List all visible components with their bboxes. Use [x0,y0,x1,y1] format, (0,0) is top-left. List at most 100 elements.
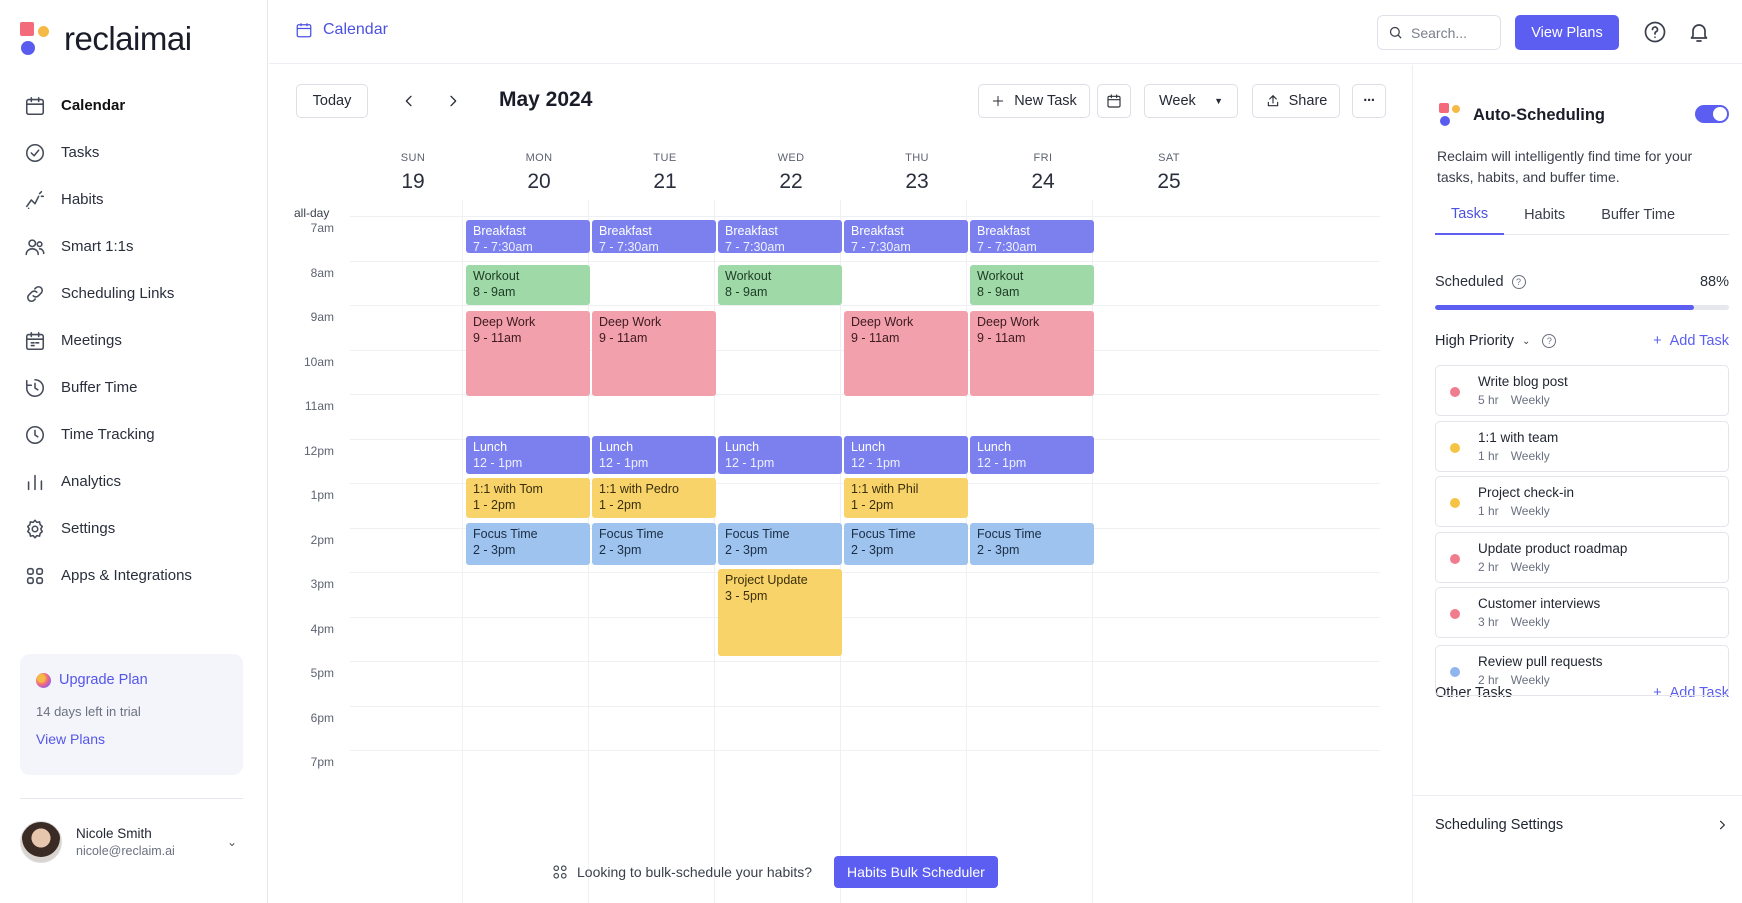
sidebar-item-time-tracking[interactable]: Time Tracking [0,411,268,458]
task-card[interactable]: Write blog post 5 hr Weekly [1435,365,1729,416]
view-select[interactable]: Week ▼ [1144,84,1238,118]
calendar-event[interactable]: Breakfast 7 - 7:30am [844,220,968,254]
task-card[interactable]: Review pull requests 2 hr Weekly [1435,645,1729,696]
auto-scheduling-toggle[interactable] [1695,105,1729,123]
task-card[interactable]: Update product roadmap 2 hr Weekly [1435,531,1729,583]
calendar-event[interactable]: Deep Work 9 - 11am [466,311,590,396]
calendar-event[interactable]: Workout 8 - 9am [970,264,1094,305]
sidebar-item-settings[interactable]: Settings [0,505,268,552]
tab-habits[interactable]: Habits [1504,195,1585,235]
calendar-event[interactable]: Lunch 12 - 1pm [844,435,968,474]
help-icon[interactable]: ? [1511,275,1526,289]
new-task-button[interactable]: New Task [978,84,1090,118]
calendar-event[interactable]: Project Update 3 - 5pm [718,569,842,657]
hour-label: 11am [304,399,334,413]
hour-gridline [350,661,1380,662]
hour-label: 7am [310,221,334,235]
calendar-icon [1107,94,1121,108]
task-card[interactable]: Customer interviews 3 hr Weekly [1435,587,1729,638]
share-button[interactable]: Share [1252,84,1340,118]
more-options-button[interactable]: ··· [1352,84,1386,118]
add-task-button[interactable]: + Add Task [1653,333,1729,349]
sidebar-item-buffer-time[interactable]: Buffer Time [0,364,268,411]
chevron-down-icon[interactable]: ⌄ [1522,336,1530,347]
calendar-event[interactable]: Deep Work 9 - 11am [970,311,1094,396]
sidebar-item-analytics[interactable]: Analytics [0,458,268,505]
event-title: Focus Time [977,526,1042,541]
day-header-tue[interactable]: TUE 21 [595,152,735,194]
calendar-event[interactable]: Deep Work 9 - 11am [592,311,716,396]
event-time: 8 - 9am [473,284,516,299]
sidebar-item-scheduling-links[interactable]: Scheduling Links [0,270,268,317]
calendar-event[interactable]: Lunch 12 - 1pm [718,435,842,474]
event-time: 9 - 11am [599,331,648,346]
calendar-event[interactable]: Focus Time 2 - 3pm [844,522,968,565]
high-priority-label[interactable]: High Priority [1435,333,1514,349]
event-title: Workout [725,268,772,283]
day-header-mon[interactable]: MON 20 [469,152,609,194]
calendar-event[interactable]: 1:1 with Pedro 1 - 2pm [592,478,716,519]
hour-gridline [350,705,1380,707]
next-week-button[interactable] [441,89,465,113]
today-button[interactable]: Today [296,84,368,118]
chevron-right-icon [450,95,457,107]
event-title: 1:1 with Tom [473,482,543,497]
event-title: Breakfast [599,224,652,238]
sidebar-item-calendar[interactable]: Calendar [0,82,268,129]
day-name: MON [525,152,553,164]
breadcrumb[interactable]: Calendar [295,21,388,39]
brand-logo[interactable]: reclaimai [20,20,192,58]
calendar-event[interactable]: Focus Time 2 - 3pm [466,522,590,565]
help-icon[interactable]: ? [1542,334,1557,348]
sidebar-item-smart-1-1s[interactable]: Smart 1:1s [0,223,268,270]
calendar-event[interactable]: Lunch 12 - 1pm [592,435,716,474]
chevron-down-icon[interactable]: ⌄ [227,835,237,849]
calendar-event[interactable]: Focus Time 2 - 3pm [592,522,716,565]
calendar-event[interactable]: 1:1 with Phil 1 - 2pm [844,478,968,519]
auto-scheduling-header: Auto-Scheduling [1439,103,1605,127]
tab-tasks[interactable]: Tasks [1435,195,1505,235]
day-header-wed[interactable]: WED 22 [721,152,861,194]
event-time: 2 - 3pm [599,542,642,557]
day-header-sat[interactable]: SAT 25 [1099,152,1239,194]
calendar-event[interactable]: Breakfast 7 - 7:30am [592,220,716,254]
help-icon[interactable] [1643,20,1667,44]
calendar-event[interactable]: Focus Time 2 - 3pm [718,522,842,565]
day-header-sun[interactable]: SUN 19 [343,152,483,194]
event-title: 1:1 with Pedro [599,482,679,497]
calendar-event[interactable]: Workout 8 - 9am [718,264,842,305]
view-plans-link[interactable]: View Plans [36,731,227,747]
sidebar-item-meetings[interactable]: Meetings [0,317,268,364]
day-header-thu[interactable]: THU 23 [847,152,987,194]
task-card[interactable]: Project check-in 1 hr Weekly [1435,476,1729,527]
sidebar-item-tasks[interactable]: Tasks [0,129,268,176]
search-input[interactable]: Search... [1377,15,1501,50]
bell-icon[interactable] [1687,20,1711,44]
habits-bulk-scheduler-button[interactable]: Habits Bulk Scheduler [834,856,998,888]
date-picker-button[interactable] [1097,84,1131,118]
sidebar-item-apps-integrations[interactable]: Apps & Integrations [0,552,268,599]
calendar-event[interactable]: Lunch 12 - 1pm [970,435,1094,474]
tab-buffer-time[interactable]: Buffer Time [1585,195,1691,235]
calendar-event[interactable]: Focus Time 2 - 3pm [970,522,1094,565]
calendar-event[interactable]: Breakfast 7 - 7:30am [970,220,1094,254]
task-card[interactable]: 1:1 with team 1 hr Weekly [1435,420,1729,472]
day-header-fri[interactable]: FRI 24 [973,152,1113,194]
scheduling-settings-row[interactable]: Scheduling Settings [1435,817,1729,833]
calendar-event[interactable]: Deep Work 9 - 11am [844,311,968,396]
view-plans-button[interactable]: View Plans [1515,15,1619,50]
task-frequency: Weekly [1510,393,1550,407]
user-menu[interactable]: Nicole Smith nicole@reclaim.ai ⌄ [20,820,243,864]
sidebar-item-label: Habits [61,191,104,208]
sidebar-item-habits[interactable]: Habits [0,176,268,223]
calendar-event[interactable]: Workout 8 - 9am [466,264,590,305]
upgrade-plan-link[interactable]: Upgrade Plan [36,672,227,688]
calendar-event[interactable]: 1:1 with Tom 1 - 2pm [466,478,590,519]
trial-days-left: 14 days left in trial [36,704,141,719]
calendar-event[interactable]: Breakfast 7 - 7:30am [466,220,590,254]
calendar-event[interactable]: Breakfast 7 - 7:30am [718,220,842,254]
prev-week-button[interactable] [397,89,421,113]
calendar-event[interactable]: Lunch 12 - 1pm [466,435,590,474]
sidebar-item-label: Settings [61,520,116,537]
day-number: 21 [653,170,677,193]
